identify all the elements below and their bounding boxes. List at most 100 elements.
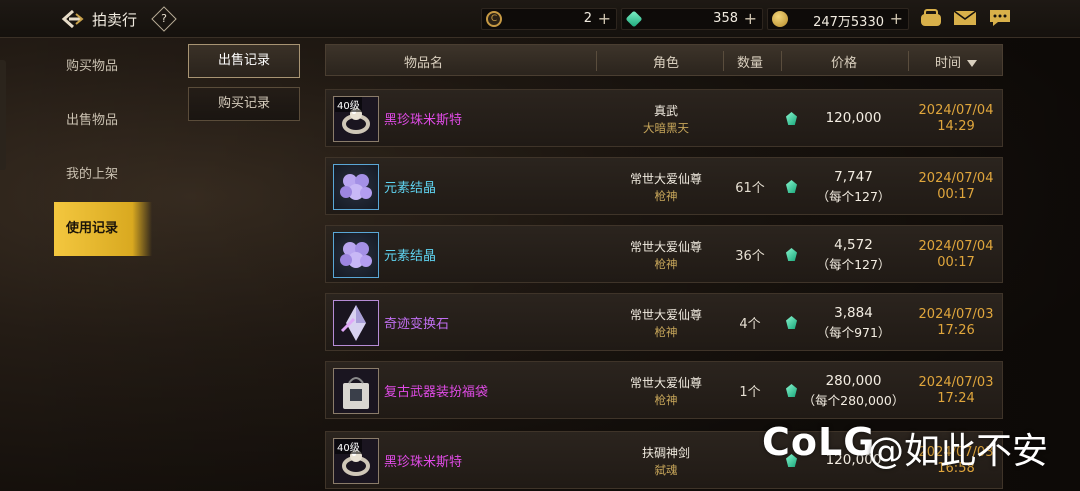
- coupon-icon: C: [486, 11, 502, 27]
- unit-price: （每个280,000）: [802, 393, 905, 408]
- coupon-balance: C 2 +: [481, 8, 617, 30]
- watermark-handle: @如此不安: [868, 431, 1049, 472]
- record-date: 2024/07/03: [918, 375, 994, 390]
- left-menu: 购买物品 出售物品 我的上架 使用记录: [54, 40, 152, 256]
- record-clock: 00:17: [937, 187, 975, 202]
- record-time: 2024/07/04 00:17: [901, 171, 1011, 203]
- item-level-badge: 40级: [335, 97, 362, 112]
- server-name: 枪神: [654, 257, 678, 271]
- server-name: 枪神: [654, 189, 678, 203]
- total-price: 280,000: [825, 373, 882, 389]
- menu-item-buy[interactable]: 购买物品: [54, 40, 152, 94]
- item-quantity: 4个: [739, 317, 761, 332]
- column-divider: [781, 51, 782, 71]
- item-icon[interactable]: [333, 232, 379, 278]
- gem-balance: 358 +: [621, 8, 763, 30]
- item-name: 奇迹变换石: [384, 317, 450, 332]
- record-date: 2024/07/04: [918, 239, 994, 254]
- table-header: 物品名 角色 数量 价格 时间: [325, 44, 1003, 76]
- column-divider: [596, 51, 597, 71]
- item-name: 元素结晶: [384, 181, 437, 196]
- item-icon[interactable]: 40级: [333, 96, 379, 142]
- page-title: 拍卖行: [92, 11, 138, 29]
- tab-sell-record[interactable]: 出售记录: [188, 44, 300, 78]
- item-quantity: 36个: [735, 249, 765, 264]
- server-name: 枪神: [654, 393, 678, 407]
- record-clock: 17:24: [937, 391, 975, 406]
- role-name: 常世大爱仙尊: [629, 308, 702, 322]
- column-divider: [723, 51, 724, 71]
- coupon-value: 2: [583, 11, 592, 26]
- side-drawer-handle[interactable]: [0, 60, 6, 170]
- gold-value: 247万5330: [813, 15, 884, 30]
- table-row[interactable]: 元素结晶 常世大爱仙尊 枪神 36个 4,572 （每个127） 2024/07/04 00:…: [325, 225, 1003, 283]
- record-clock: 17:26: [937, 323, 975, 338]
- role-name: 真武: [653, 104, 678, 118]
- record-clock: 14:29: [937, 119, 975, 134]
- top-bar: 拍卖行 ? C 2 + 358 + 247万5330 +: [0, 0, 1080, 38]
- item-icon[interactable]: [333, 164, 379, 210]
- role-name: 常世大爱仙尊: [629, 172, 702, 186]
- header-item-name: 物品名: [404, 56, 444, 71]
- item-name: 黑珍珠米斯特: [384, 113, 463, 128]
- total-price: 4,572: [834, 237, 873, 253]
- total-price: 7,747: [834, 169, 873, 185]
- item-icon[interactable]: [333, 368, 379, 414]
- table-row[interactable]: 复古武器装扮福袋 常世大爱仙尊 枪神 1个 280,000 （每个280,000） 2024…: [325, 361, 1003, 419]
- add-gold-button[interactable]: +: [890, 9, 903, 28]
- gold-coin-icon: [772, 11, 788, 27]
- header-time[interactable]: 时间: [935, 52, 978, 71]
- table-row[interactable]: 元素结晶 常世大爱仙尊 枪神 61个 7,747 （每个127） 2024/07/04 00:…: [325, 157, 1003, 215]
- add-coupon-button[interactable]: +: [598, 9, 611, 28]
- unit-price: （每个127）: [816, 189, 891, 204]
- item-quantity: 1个: [739, 385, 761, 400]
- record-time: 2024/07/04 14:29: [901, 103, 1011, 135]
- item-icon[interactable]: 40级: [333, 438, 379, 484]
- unit-price: （每个127）: [816, 257, 891, 272]
- record-date: 2024/07/04: [918, 171, 994, 186]
- gem-value: 358: [713, 11, 738, 26]
- role-name: 扶碉神剑: [641, 446, 690, 460]
- total-price: 120,000: [825, 110, 882, 126]
- record-time: 2024/07/04 00:17: [901, 239, 1011, 271]
- item-name: 黑珍珠米斯特: [384, 455, 463, 470]
- item-name: 元素结晶: [384, 249, 437, 264]
- item-quantity: 61个: [735, 181, 765, 196]
- record-time: 2024/07/03 17:24: [901, 375, 1011, 407]
- server-name: 弑魂: [654, 463, 678, 477]
- header-qty: 数量: [737, 56, 764, 71]
- role-name: 常世大爱仙尊: [629, 376, 702, 390]
- menu-item-my-listings[interactable]: 我的上架: [54, 148, 152, 202]
- item-level-badge: 40级: [335, 439, 362, 454]
- server-name: 枪神: [654, 325, 678, 339]
- sort-down-icon: [967, 60, 978, 67]
- tab-buy-record[interactable]: 购买记录: [188, 87, 300, 121]
- server-name: 大暗黑天: [643, 121, 689, 135]
- item-icon[interactable]: [333, 300, 379, 346]
- menu-item-usage-record[interactable]: 使用记录: [54, 202, 152, 256]
- total-price: 3,884: [834, 305, 873, 321]
- help-button[interactable]: ?: [151, 6, 177, 32]
- mail-icon[interactable]: [953, 8, 977, 28]
- record-time: 2024/07/03 17:26: [901, 307, 1011, 339]
- menu-item-sell[interactable]: 出售物品: [54, 94, 152, 148]
- header-price: 价格: [831, 56, 858, 71]
- table-row[interactable]: 40级黑珍珠米斯特 真武大暗黑天 120,000 2024/07/04 14:29: [325, 89, 1003, 147]
- record-date: 2024/07/03: [918, 307, 994, 322]
- header-role: 角色: [653, 56, 680, 71]
- back-arrow-icon[interactable]: [60, 8, 84, 30]
- item-name: 复古武器装扮福袋: [384, 385, 489, 400]
- colg-watermark-logo: CoLG: [762, 420, 876, 464]
- table-row[interactable]: 奇迹变换石 常世大爱仙尊 枪神 4个 3,884 （每个971） 2024/07/03 17:…: [325, 293, 1003, 351]
- role-name: 常世大爱仙尊: [629, 240, 702, 254]
- record-clock: 00:17: [937, 255, 975, 270]
- pouch-icon[interactable]: [919, 8, 943, 28]
- record-date: 2024/07/04: [918, 103, 994, 118]
- column-divider: [908, 51, 909, 71]
- header-time-label: 时间: [935, 56, 962, 71]
- question-icon: ?: [161, 12, 167, 25]
- add-gem-button[interactable]: +: [744, 9, 757, 28]
- chat-icon[interactable]: [988, 8, 1012, 28]
- unit-price: （每个971）: [816, 325, 891, 340]
- gem-icon: [625, 10, 643, 28]
